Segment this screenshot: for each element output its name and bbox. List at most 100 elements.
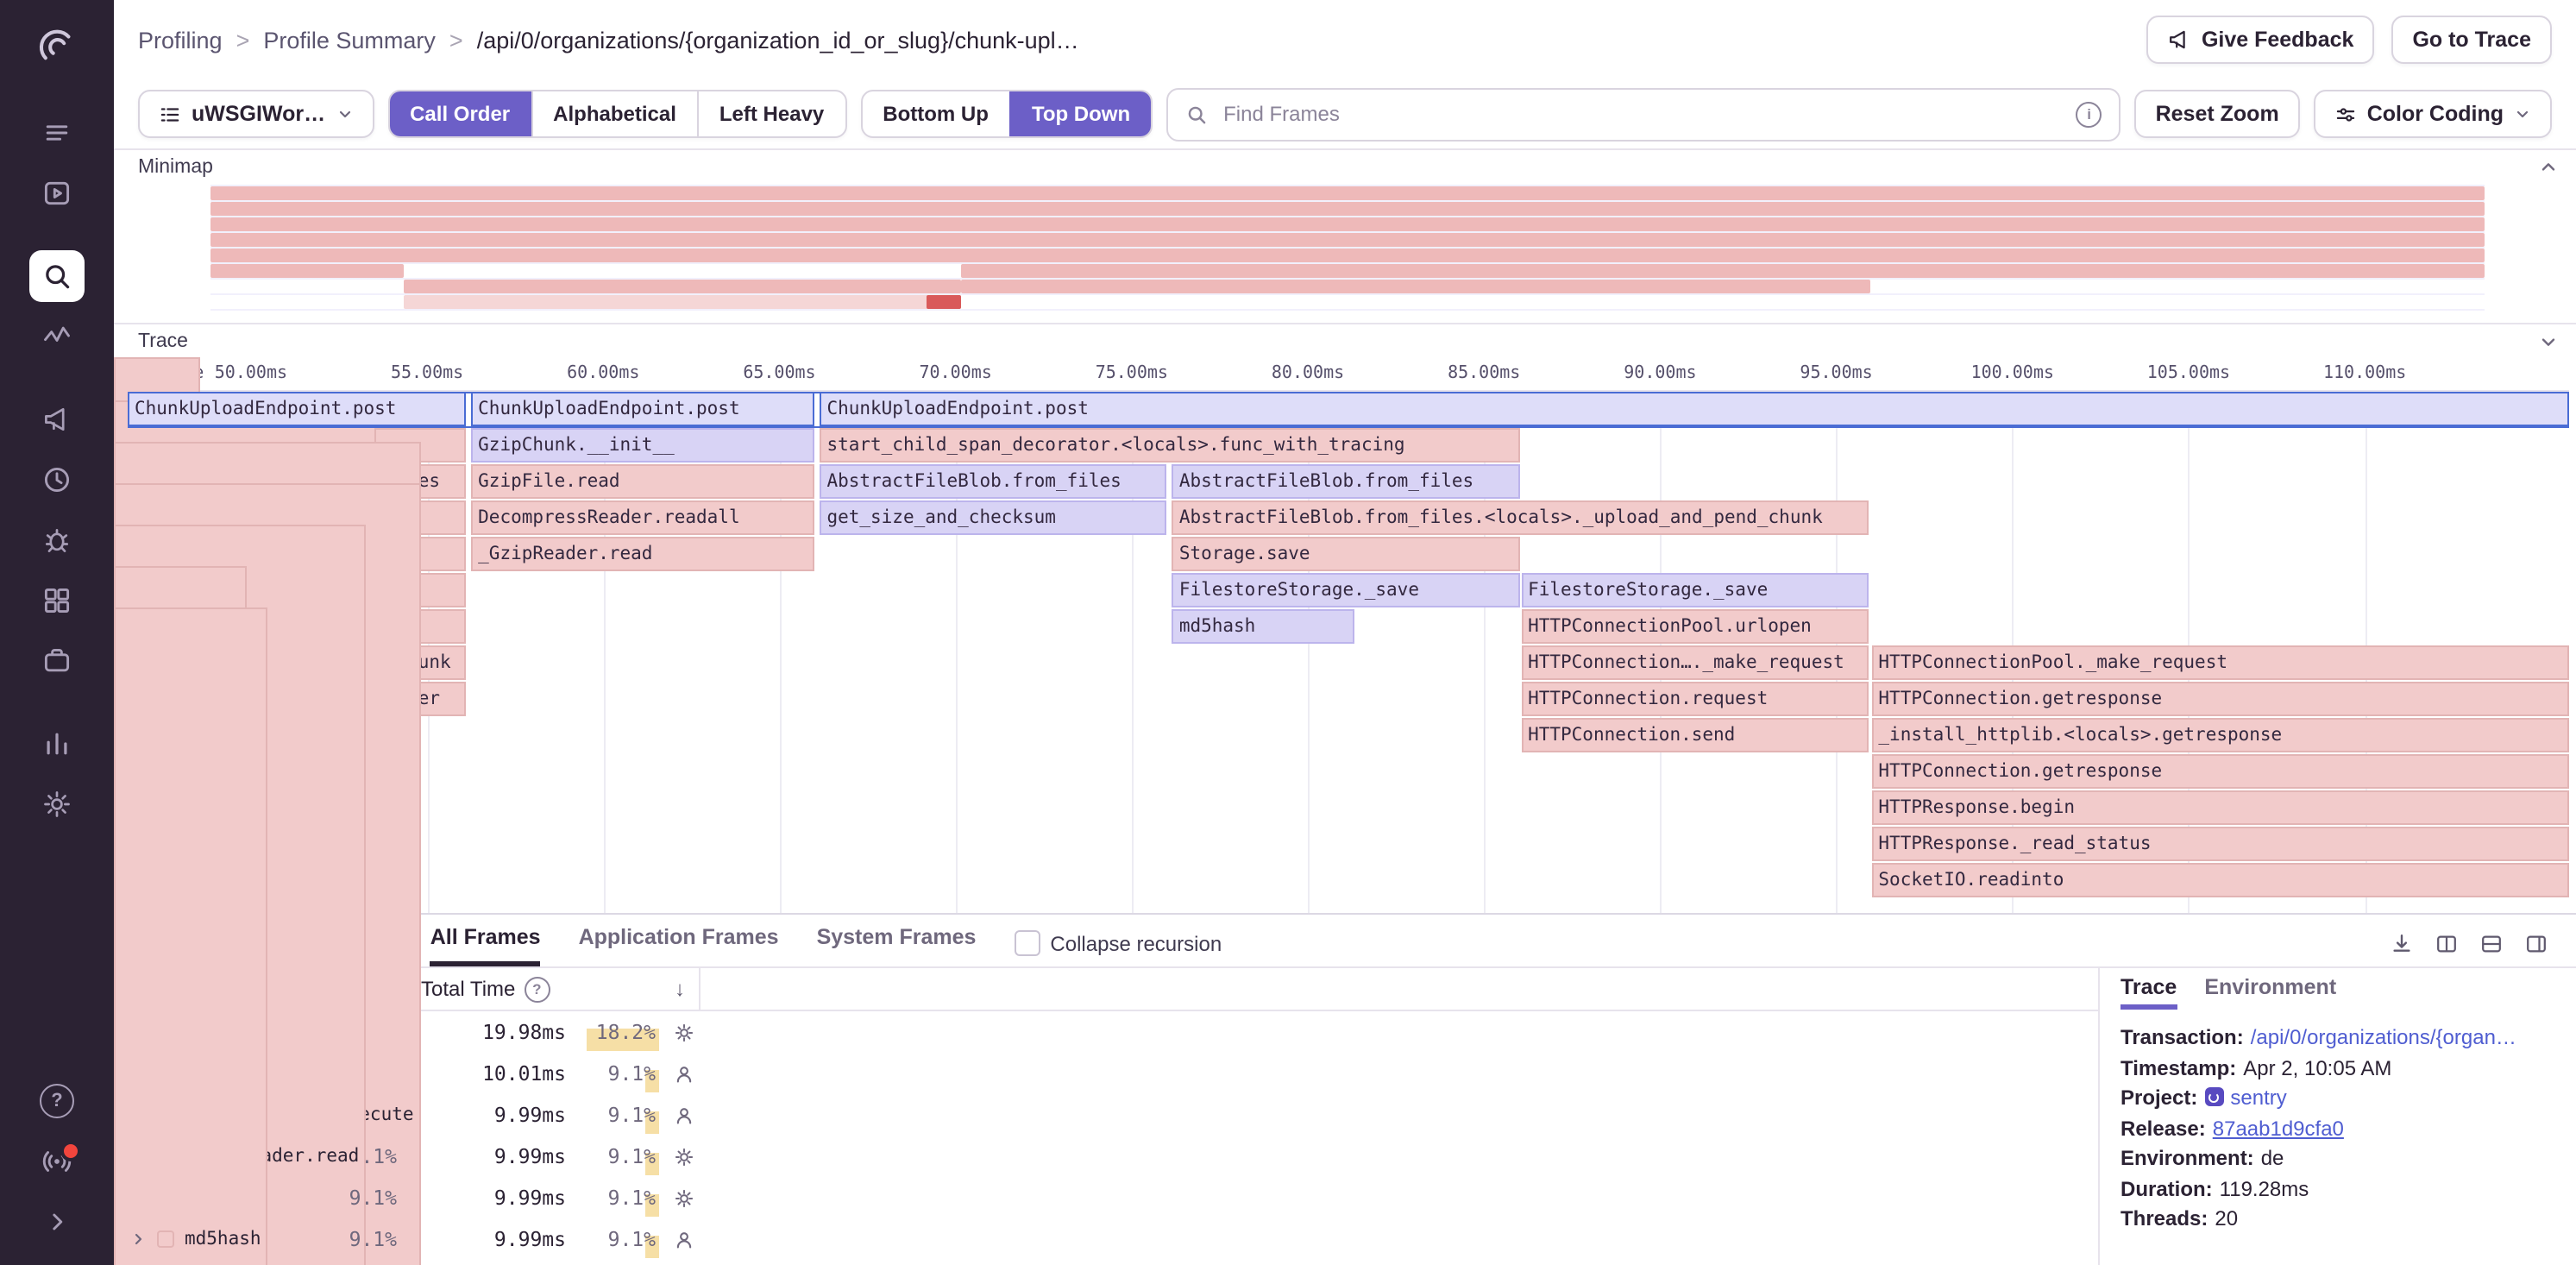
flame-frame[interactable]: Storage.save (1172, 537, 1519, 571)
field-value[interactable]: /api/0/organizations/{organ… (2251, 1025, 2516, 1049)
layout-sidebar-icon[interactable] (2524, 932, 2548, 956)
flame-frame[interactable]: GzipChunk.__init__ (471, 428, 814, 463)
color-coding-button[interactable]: Color Coding (2314, 90, 2552, 138)
total-time-value: 19.98ms (407, 1020, 566, 1044)
settings-icon[interactable] (29, 778, 85, 830)
flame-frame[interactable]: get_size_and_checksum (820, 500, 1166, 535)
feedback-icon[interactable] (29, 393, 85, 445)
replays-icon[interactable] (29, 167, 85, 219)
sliders-icon (2334, 103, 2357, 125)
minimap-band (210, 186, 2485, 200)
crons-icon[interactable] (29, 454, 85, 506)
axis-tick: 100.00ms (1971, 364, 2054, 383)
flame-frame[interactable]: DecompressReader.readall (471, 500, 814, 535)
breadcrumb-item: /api/0/organizations/{organization_id_or… (477, 27, 1079, 53)
flame-frame[interactable]: start_child_span_decorator.<locals>.func… (820, 428, 1519, 463)
reset-zoom-button[interactable]: Reset Zoom (2135, 90, 2300, 138)
flame-frame[interactable]: HTTPConnection.send (1521, 718, 1868, 752)
tab-system-frames[interactable]: System Frames (817, 925, 977, 966)
topbar-actions: Give Feedback Go to Trace (2146, 16, 2552, 64)
flame-frame[interactable]: HTTPConnection.getresponse (1871, 682, 2569, 716)
collapse-recursion-checkbox[interactable]: Collapse recursion (1014, 930, 1222, 966)
table-body: 19.98ms18.2%19.98ms18.2%SocketIO.readint… (114, 1011, 2098, 1260)
profiling-icon[interactable] (29, 514, 85, 566)
tab-environment[interactable]: Environment (2204, 968, 2336, 1010)
total-time-header[interactable]: Total Time ? ↓ (407, 968, 701, 1010)
flame-frame[interactable]: HTTPResponse.begin (1871, 790, 2569, 825)
dashboards-icon[interactable] (29, 575, 85, 626)
collapse-minimap-icon[interactable] (2538, 157, 2559, 178)
stats-icon[interactable] (29, 718, 85, 770)
segment-option[interactable]: Alphabetical (531, 91, 697, 136)
flame-frame[interactable]: HTTPConnection…._make_request (1521, 645, 1868, 680)
thread-selector[interactable]: uWSGIWor… (138, 90, 374, 138)
flamegraph[interactable]: ChunkUploadEndpoint.postChunkUploadEndpo… (128, 392, 2569, 913)
flame-frame[interactable]: AbstractFileBlob.from_files.<locals>._up… (1172, 500, 1869, 535)
breadcrumb-separator: > (236, 27, 250, 53)
main-content: Profiling>Profile Summary>/api/0/organiz… (114, 0, 2576, 1265)
issues-icon[interactable] (29, 107, 85, 159)
search-info-icon[interactable]: i (2077, 101, 2102, 127)
field-value[interactable]: 87aab1d9cfa0 (2213, 1116, 2344, 1140)
layout-rows-icon[interactable] (2479, 932, 2504, 956)
gear-icon (666, 1021, 701, 1043)
segment-option[interactable]: Bottom Up (862, 91, 1009, 136)
expand-chevron-icon[interactable] (129, 1230, 147, 1248)
go-to-trace-button[interactable]: Go to Trace (2391, 16, 2552, 64)
explore-search-icon[interactable] (29, 250, 85, 302)
details-field: Timestamp:Apr 2, 10:05 AM (2120, 1054, 2555, 1084)
segment-option[interactable]: Call Order (389, 91, 531, 136)
flame-frame[interactable]: SocketIO.readinto (1871, 863, 2569, 897)
segment-option[interactable]: Top Down (1009, 91, 1151, 136)
flame-frame[interactable]: GzipFile.read (471, 464, 814, 499)
flame-frame[interactable]: HTTPConnectionPool.urlopen (1521, 609, 1868, 644)
minimap-label: Minimap (138, 157, 213, 178)
give-feedback-button[interactable]: Give Feedback (2146, 16, 2375, 64)
flame-frame[interactable]: HTTPConnectionPool._make_request (1871, 645, 2569, 680)
flame-frame[interactable]: md5hash (1172, 609, 1354, 644)
flame-frame[interactable]: _install_httplib.<locals>.getresponse (1871, 718, 2569, 752)
tab-application-frames[interactable]: Application Frames (579, 925, 779, 966)
flame-frame[interactable]: ChunkUploadEndpoint.post (471, 392, 814, 426)
minimap[interactable] (210, 185, 2485, 319)
flame-frame[interactable]: HTTPConnection.getresponse (1871, 754, 2569, 789)
field-value: 119.28ms (2220, 1176, 2309, 1200)
broadcast-icon[interactable] (29, 1136, 85, 1187)
find-frames-search[interactable]: i (1166, 87, 2120, 141)
releases-icon[interactable] (29, 635, 85, 687)
flame-frame[interactable]: _GzipReader.read (471, 537, 814, 571)
axis-tick: 65.00ms (743, 364, 815, 383)
axis-tick: 70.00ms (920, 364, 992, 383)
segment-option[interactable]: Left Heavy (697, 91, 845, 136)
tab-all-frames[interactable]: All Frames (430, 925, 541, 966)
field-label: Environment: (2120, 1146, 2254, 1170)
bottom-panel-tabs: Bottom UpTop Down All FramesApplication … (114, 915, 2576, 966)
flame-frame[interactable]: AbstractFileBlob.from_files (1172, 464, 1519, 499)
layout-columns-icon[interactable] (2435, 932, 2459, 956)
table-row[interactable]: 9.99ms9.1%9.99ms9.1%CursorWrapper.execut… (114, 1094, 2098, 1136)
chevron-down-icon (2514, 105, 2531, 123)
axis-tick: 85.00ms (1448, 364, 1520, 383)
help-icon[interactable]: ? (29, 1075, 85, 1127)
flame-frame[interactable]: FilestoreStorage._save (1521, 573, 1868, 607)
insights-icon[interactable] (29, 311, 85, 362)
frame-tab-group: All Frames Application Frames System Frame… (430, 925, 977, 966)
expand-icon[interactable] (29, 1196, 85, 1248)
axis-tick: 105.00ms (2147, 364, 2230, 383)
details-fields: Transaction:/api/0/organizations/{organ…… (2120, 1010, 2555, 1235)
thread-icon (159, 103, 181, 125)
flame-frame[interactable]: HTTPResponse._read_status (1871, 827, 2569, 861)
breadcrumb-item[interactable]: Profile Summary (263, 27, 436, 53)
breadcrumb-item[interactable]: Profiling (138, 27, 223, 53)
flame-frame[interactable]: HTTPConnection.request (1521, 682, 1868, 716)
sentry-logo[interactable] (29, 17, 85, 76)
flame-frame[interactable]: ChunkUploadEndpoint.post (128, 392, 466, 426)
flame-frame[interactable]: ChunkUploadEndpoint.post (820, 392, 2569, 426)
search-input[interactable] (1220, 100, 2064, 128)
export-icon[interactable] (2390, 932, 2414, 956)
flame-frame[interactable]: AbstractFileBlob.from_files (820, 464, 1166, 499)
collapse-trace-icon[interactable] (2538, 331, 2559, 352)
tab-trace[interactable]: Trace (2120, 968, 2177, 1010)
field-value[interactable]: sentry (2230, 1086, 2286, 1110)
flame-frame[interactable]: FilestoreStorage._save (1172, 573, 1519, 607)
